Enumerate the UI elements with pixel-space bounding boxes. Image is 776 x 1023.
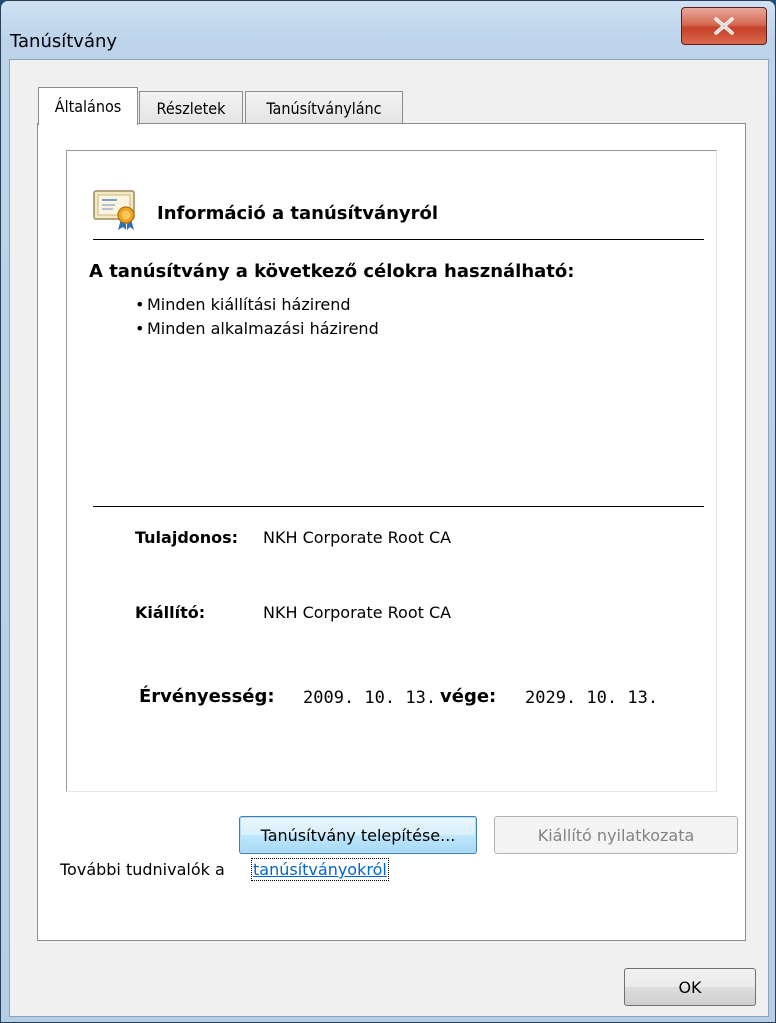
tab-details[interactable]: Részletek xyxy=(139,91,243,125)
purpose-title: A tanúsítvány a következő célokra haszná… xyxy=(89,261,575,282)
header-divider xyxy=(93,239,704,240)
install-certificate-button[interactable]: Tanúsítvány telepítése... xyxy=(239,816,477,854)
valid-from-value: 2009. 10. 13. xyxy=(303,688,437,708)
more-info-text: További tudnivalók a xyxy=(60,860,225,879)
purpose-item: • Minden alkalmazási házirend xyxy=(135,319,379,338)
validity-label: Érvényesség: xyxy=(139,686,275,707)
purpose-item: • Minden kiállítási házirend xyxy=(135,295,351,314)
tab-general-label: Általános xyxy=(54,97,122,116)
details-divider xyxy=(93,506,704,507)
install-certificate-label: Tanúsítvány telepítése... xyxy=(260,825,456,845)
issued-by-label: Kiállító: xyxy=(135,603,206,622)
dialog-client-area: Általános Részletek Tanúsítványlánc Info… xyxy=(9,59,769,1017)
issuer-statement-label: Kiállító nyilatkozata xyxy=(537,825,695,845)
ok-button[interactable]: OK xyxy=(624,968,756,1006)
purpose-item-label: Minden kiállítási házirend xyxy=(147,295,351,314)
purpose-item-label: Minden alkalmazási házirend xyxy=(147,319,379,338)
validity-end-label: vége: xyxy=(440,686,497,707)
window-title: Tanúsítvány xyxy=(10,31,118,52)
tab-certification-path[interactable]: Tanúsítványlánc xyxy=(245,91,403,125)
certificate-info-box: Információ a tanúsítványról A tanúsítván… xyxy=(66,150,717,792)
title-bar[interactable]: Tanúsítvány xyxy=(1,1,776,59)
bullet-icon: • xyxy=(135,319,145,338)
general-tab-panel: Információ a tanúsítványról A tanúsítván… xyxy=(37,123,746,941)
certificate-info-title: Információ a tanúsítványról xyxy=(157,203,439,224)
certificate-dialog: Tanúsítvány Általános Részletek Tanúsítv… xyxy=(0,0,776,1023)
issued-to-value: NKH Corporate Root CA xyxy=(263,528,452,547)
valid-to-value: 2029. 10. 13. xyxy=(525,688,659,708)
learn-more-link[interactable]: tanúsítványokról xyxy=(251,858,389,881)
close-button[interactable] xyxy=(681,7,767,45)
tab-general[interactable]: Általános xyxy=(38,87,138,125)
certificate-icon xyxy=(93,189,139,235)
issuer-statement-button[interactable]: Kiállító nyilatkozata xyxy=(494,816,738,854)
close-x-icon xyxy=(713,17,735,35)
ok-button-label: OK xyxy=(678,977,702,997)
tab-certification-path-label: Tanúsítványlánc xyxy=(266,99,382,118)
bullet-icon: • xyxy=(135,295,145,314)
issued-to-label: Tulajdonos: xyxy=(135,528,239,547)
tab-details-label: Részletek xyxy=(156,99,226,118)
issued-by-value: NKH Corporate Root CA xyxy=(263,603,452,622)
